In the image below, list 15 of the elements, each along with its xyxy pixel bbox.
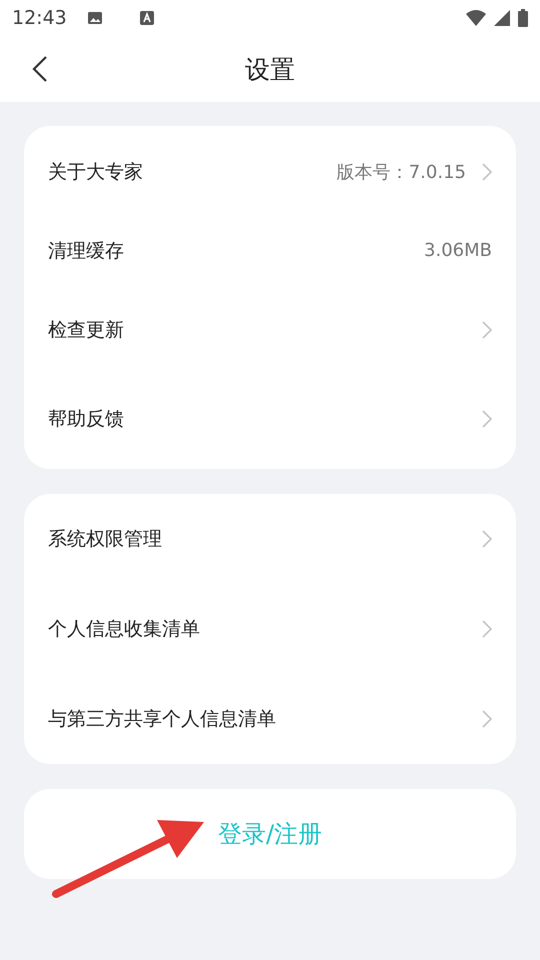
image-icon	[86, 10, 103, 26]
settings-row[interactable]: 帮助反馈	[48, 369, 492, 469]
back-icon[interactable]	[32, 55, 48, 83]
status-time: 12:43	[12, 7, 67, 29]
settings-row[interactable]: 个人信息收集清单	[48, 584, 492, 674]
settings-row[interactable]: 与第三方共享个人信息清单	[48, 674, 492, 764]
settings-row[interactable]: 关于大专家 版本号：7.0.15	[48, 132, 492, 211]
signal-icon	[494, 10, 510, 26]
settings-row[interactable]: 系统权限管理	[48, 494, 492, 584]
settings-row[interactable]: 检查更新	[48, 290, 492, 369]
wifi-icon	[466, 10, 486, 26]
battery-icon	[518, 9, 528, 27]
page-title: 设置	[245, 54, 295, 86]
keyboard-icon	[138, 10, 155, 26]
settings-row[interactable]: 清理缓存 3.06MB	[48, 211, 492, 290]
